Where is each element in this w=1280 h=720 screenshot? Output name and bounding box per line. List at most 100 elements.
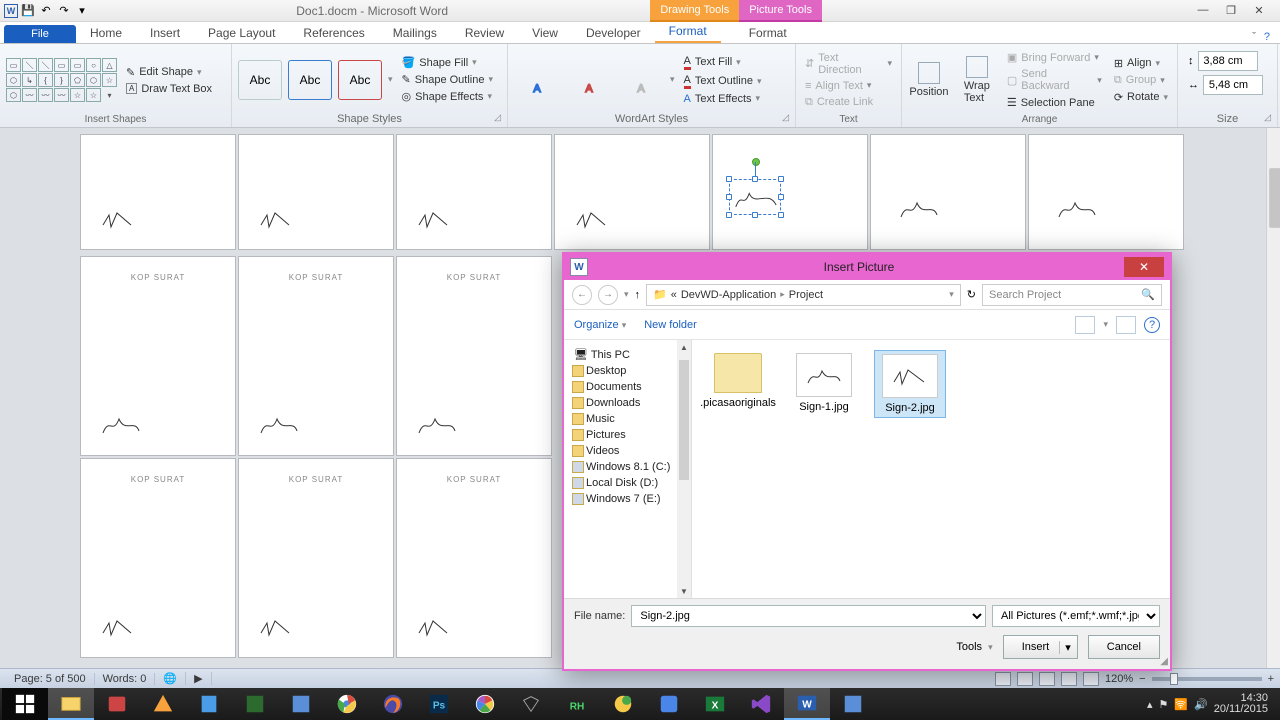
page-thumb[interactable]: [1028, 134, 1184, 250]
wordart-style-3[interactable]: A: [618, 57, 664, 103]
file-item-folder[interactable]: .picasaoriginals: [702, 350, 774, 412]
tab-format-drawing[interactable]: Format: [655, 21, 721, 43]
action-center-icon[interactable]: ⚑: [1158, 698, 1168, 711]
system-tray[interactable]: ▴ ⚑ 🛜 🔊 14:30 20/11/2015: [1147, 693, 1278, 715]
help-icon[interactable]: ?: [1264, 31, 1270, 43]
undo-icon[interactable]: ↶: [38, 3, 54, 19]
tab-developer[interactable]: Developer: [572, 23, 655, 43]
text-effects-button[interactable]: AText Effects▾: [681, 92, 765, 106]
wordart-style-1[interactable]: A: [514, 57, 560, 103]
taskbar-app[interactable]: [508, 688, 554, 720]
organize-button[interactable]: Organize ▾: [574, 319, 626, 331]
tree-item[interactable]: Music: [568, 411, 687, 427]
help-icon[interactable]: ?: [1144, 317, 1160, 333]
taskbar-explorer[interactable]: [48, 688, 94, 720]
page-thumb[interactable]: [870, 134, 1026, 250]
taskbar-app[interactable]: [186, 688, 232, 720]
tab-mailings[interactable]: Mailings: [379, 23, 451, 43]
shape-style-2[interactable]: Abc: [288, 60, 332, 100]
tree-item[interactable]: Documents: [568, 379, 687, 395]
web-layout-view[interactable]: [1039, 672, 1055, 686]
shape-outline-button[interactable]: ✎Shape Outline▾: [399, 72, 496, 87]
taskbar-app[interactable]: [232, 688, 278, 720]
page-thumb-selected[interactable]: [712, 134, 868, 250]
word-count[interactable]: Words: 0: [95, 673, 156, 685]
edit-shape-button[interactable]: ✎Edit Shape▾: [123, 65, 215, 80]
dialog-launcher-icon[interactable]: ◿: [1264, 112, 1271, 123]
print-layout-view[interactable]: [995, 672, 1011, 686]
resize-grip-icon[interactable]: ◢: [1160, 656, 1168, 667]
tools-button[interactable]: Tools ▾: [956, 641, 992, 653]
up-button[interactable]: ↑: [635, 289, 641, 301]
cancel-button[interactable]: Cancel: [1088, 635, 1160, 659]
width-input[interactable]: [1203, 75, 1263, 95]
text-outline-button[interactable]: AText Outline▾: [681, 73, 765, 90]
page-thumb[interactable]: [396, 134, 552, 250]
collapse-ribbon-icon[interactable]: ˇ: [1252, 31, 1256, 43]
tab-file[interactable]: File: [4, 25, 76, 43]
clock[interactable]: 14:30 20/11/2015: [1214, 693, 1268, 715]
address-bar[interactable]: 📁 « DevWD-Application▸ Project ▾: [646, 284, 961, 306]
shape-effects-button[interactable]: ◎Shape Effects▾: [399, 89, 496, 104]
selection-pane-button[interactable]: ☰Selection Pane: [1004, 95, 1105, 110]
forward-button[interactable]: →: [598, 285, 618, 305]
start-button[interactable]: [2, 688, 48, 720]
shape-fill-button[interactable]: 🪣Shape Fill▾: [399, 55, 496, 70]
shape-style-3[interactable]: Abc: [338, 60, 382, 100]
network-icon[interactable]: 🛜: [1174, 698, 1188, 711]
zoom-level[interactable]: 120%: [1105, 673, 1133, 685]
file-item[interactable]: Sign-1.jpg: [788, 350, 860, 416]
taskbar-app[interactable]: [140, 688, 186, 720]
preview-pane-button[interactable]: [1116, 316, 1136, 334]
insert-button[interactable]: Insert▾: [1003, 635, 1078, 659]
align-button[interactable]: ⊞Align▾: [1111, 56, 1171, 71]
redo-icon[interactable]: ↷: [56, 3, 72, 19]
tab-view[interactable]: View: [518, 23, 572, 43]
recent-locations-icon[interactable]: ▾: [624, 289, 629, 300]
zoom-slider[interactable]: [1152, 677, 1262, 681]
taskbar-word[interactable]: W: [784, 688, 830, 720]
outline-view[interactable]: [1061, 672, 1077, 686]
taskbar-app[interactable]: [600, 688, 646, 720]
tree-scrollbar[interactable]: ▲▼: [677, 340, 691, 598]
page-thumb[interactable]: [238, 134, 394, 250]
taskbar-photoshop[interactable]: Ps: [416, 688, 462, 720]
page-thumb[interactable]: KOP SURAT: [238, 458, 394, 658]
dialog-launcher-icon[interactable]: ◿: [782, 112, 789, 123]
context-tab-drawing[interactable]: Drawing Tools: [650, 0, 739, 22]
new-folder-button[interactable]: New folder: [644, 319, 697, 331]
dialog-close-button[interactable]: ✕: [1124, 257, 1164, 277]
taskbar-visualstudio[interactable]: [738, 688, 784, 720]
shapes-gallery[interactable]: ▭＼＼▭▭○△ ⬡↳{}⬠⬡☆ ⬡〰〰〰☆☆▾: [6, 58, 117, 102]
filename-input[interactable]: Sign-2.jpg: [631, 605, 986, 627]
draft-view[interactable]: [1083, 672, 1099, 686]
page-thumb[interactable]: [554, 134, 710, 250]
dialog-launcher-icon[interactable]: ◿: [494, 112, 501, 123]
save-icon[interactable]: 💾: [20, 3, 36, 19]
taskbar-excel[interactable]: X: [692, 688, 738, 720]
tree-item[interactable]: Windows 7 (E:): [568, 491, 687, 507]
tab-insert[interactable]: Insert: [136, 23, 194, 43]
tree-item[interactable]: Downloads: [568, 395, 687, 411]
back-button[interactable]: ←: [572, 285, 592, 305]
page-thumb[interactable]: [80, 134, 236, 250]
page-thumb[interactable]: KOP SURAT: [396, 458, 552, 658]
tab-references[interactable]: References: [289, 23, 378, 43]
taskbar-app[interactable]: [646, 688, 692, 720]
text-box-button[interactable]: ADraw Text Box: [123, 82, 215, 96]
shape-styles-more-icon[interactable]: ▾: [388, 74, 393, 85]
shape-style-1[interactable]: Abc: [238, 60, 282, 100]
language-status[interactable]: 🌐: [155, 672, 186, 685]
context-tab-picture[interactable]: Picture Tools: [739, 0, 822, 22]
file-list[interactable]: .picasaoriginals Sign-1.jpg Sign-2.jpg: [692, 340, 1170, 598]
tab-page-layout[interactable]: Page Layout: [194, 23, 289, 43]
taskbar-app[interactable]: [278, 688, 324, 720]
tray-expand-icon[interactable]: ▴: [1147, 698, 1153, 711]
taskbar-chrome[interactable]: [324, 688, 370, 720]
search-input[interactable]: Search Project🔍: [982, 284, 1162, 306]
taskbar-firefox[interactable]: [370, 688, 416, 720]
file-type-filter[interactable]: All Pictures (*.emf;*.wmf;*.jpg;*: [992, 605, 1160, 627]
tab-review[interactable]: Review: [451, 23, 518, 43]
tab-format-picture[interactable]: Format: [735, 23, 801, 43]
page-thumb[interactable]: KOP SURAT: [80, 256, 236, 456]
